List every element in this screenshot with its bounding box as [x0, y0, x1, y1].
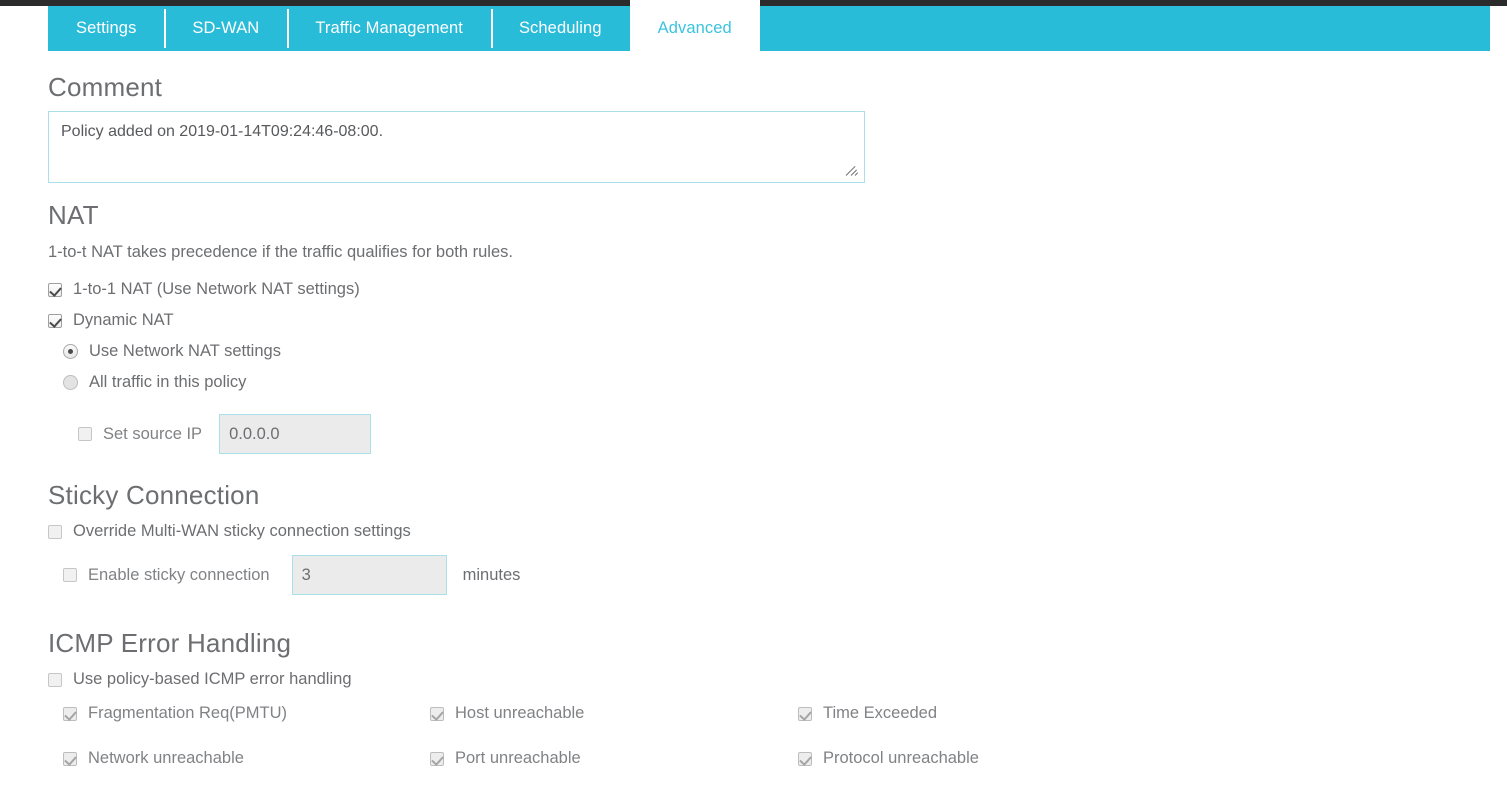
advanced-panel: Comment NAT 1-to-t NAT takes precedence …	[0, 51, 1507, 791]
comment-textarea[interactable]	[48, 111, 865, 183]
nat-all-traffic-label: All traffic in this policy	[89, 373, 247, 391]
tab-settings[interactable]: Settings	[48, 6, 164, 51]
sticky-override-checkbox[interactable]	[48, 524, 62, 539]
icmp-use-policy-based-row[interactable]: Use policy-based ICMP error handling	[48, 670, 352, 689]
tab-sd-wan[interactable]: SD-WAN	[164, 6, 287, 51]
sticky-minutes-unit-label: minutes	[462, 565, 521, 584]
icmp-host-unreachable-label: Host unreachable	[455, 704, 585, 722]
icmp-option-time-exceeded-row[interactable]: Time Exceeded	[798, 704, 937, 723]
icmp-heading: ICMP Error Handling	[48, 628, 292, 658]
icmp-option-fragmentation-row[interactable]: Fragmentation Req(PMTU)	[63, 704, 287, 723]
sticky-enable-row[interactable]: Enable sticky connection minutes	[63, 555, 520, 595]
icmp-time-exceeded-checkbox[interactable]	[798, 706, 812, 721]
tab-scheduling-label: Scheduling	[518, 19, 602, 37]
icmp-option-network-unreachable-row[interactable]: Network unreachable	[63, 749, 244, 768]
nat-all-traffic-radio[interactable]	[63, 375, 78, 390]
icmp-time-exceeded-label: Time Exceeded	[823, 704, 938, 722]
tab-scheduling[interactable]: Scheduling	[490, 6, 630, 51]
comment-heading: Comment	[48, 72, 163, 102]
nat-dynamic-label: Dynamic NAT	[73, 311, 174, 329]
tab-settings-label: Settings	[76, 19, 137, 37]
tab-traffic-management-label: Traffic Management	[315, 19, 463, 37]
nat-dynamic-row[interactable]: Dynamic NAT	[48, 311, 174, 330]
nat-source-ip-input[interactable]	[219, 414, 372, 454]
icmp-port-unreachable-checkbox[interactable]	[430, 751, 444, 766]
icmp-protocol-unreachable-checkbox[interactable]	[798, 751, 812, 766]
nat-dynamic-checkbox[interactable]	[48, 313, 62, 328]
icmp-port-unreachable-label: Port unreachable	[455, 749, 581, 767]
icmp-protocol-unreachable-label: Protocol unreachable	[823, 749, 979, 767]
icmp-use-policy-based-checkbox[interactable]	[48, 672, 62, 687]
sticky-enable-checkbox[interactable]	[63, 568, 77, 582]
nat-one-to-one-checkbox[interactable]	[48, 282, 62, 297]
tab-sd-wan-label: SD-WAN	[192, 19, 260, 37]
icmp-network-unreachable-label: Network unreachable	[88, 749, 244, 767]
icmp-fragmentation-checkbox[interactable]	[63, 706, 77, 721]
sticky-enable-label: Enable sticky connection	[88, 565, 270, 584]
tab-traffic-management[interactable]: Traffic Management	[287, 6, 491, 51]
icmp-option-port-unreachable-row[interactable]: Port unreachable	[430, 749, 581, 768]
nat-radio-all-traffic-row[interactable]: All traffic in this policy	[63, 373, 246, 392]
icmp-host-unreachable-checkbox[interactable]	[430, 706, 444, 721]
icmp-fragmentation-label: Fragmentation Req(PMTU)	[88, 704, 287, 722]
tab-bar: Settings SD-WAN Traffic Management Sched…	[48, 0, 1490, 51]
nat-use-network-radio[interactable]	[63, 344, 78, 359]
icmp-network-unreachable-checkbox[interactable]	[63, 751, 77, 766]
nat-one-to-one-label: 1-to-1 NAT (Use Network NAT settings)	[73, 280, 360, 298]
icmp-option-protocol-unreachable-row[interactable]: Protocol unreachable	[798, 749, 979, 768]
tab-advanced[interactable]: Advanced	[629, 0, 760, 51]
nat-radio-use-network-row[interactable]: Use Network NAT settings	[63, 342, 281, 361]
nat-set-source-ip-checkbox[interactable]	[78, 427, 92, 441]
nat-heading: NAT	[48, 200, 99, 230]
nat-set-source-ip-row[interactable]: Set source IP	[78, 414, 372, 454]
sticky-heading: Sticky Connection	[48, 480, 260, 510]
nat-one-to-one-row[interactable]: 1-to-1 NAT (Use Network NAT settings)	[48, 280, 360, 299]
icmp-option-host-unreachable-row[interactable]: Host unreachable	[430, 704, 584, 723]
nat-set-source-ip-label: Set source IP	[103, 424, 203, 443]
nat-use-network-label: Use Network NAT settings	[89, 342, 281, 360]
icmp-use-policy-based-label: Use policy-based ICMP error handling	[73, 670, 352, 688]
sticky-override-row[interactable]: Override Multi-WAN sticky connection set…	[48, 522, 411, 541]
tab-advanced-label: Advanced	[657, 19, 732, 37]
sticky-override-label: Override Multi-WAN sticky connection set…	[73, 522, 411, 540]
sticky-minutes-input[interactable]	[291, 555, 447, 595]
nat-hint-text: 1-to-t NAT takes precedence if the traff…	[48, 243, 513, 261]
